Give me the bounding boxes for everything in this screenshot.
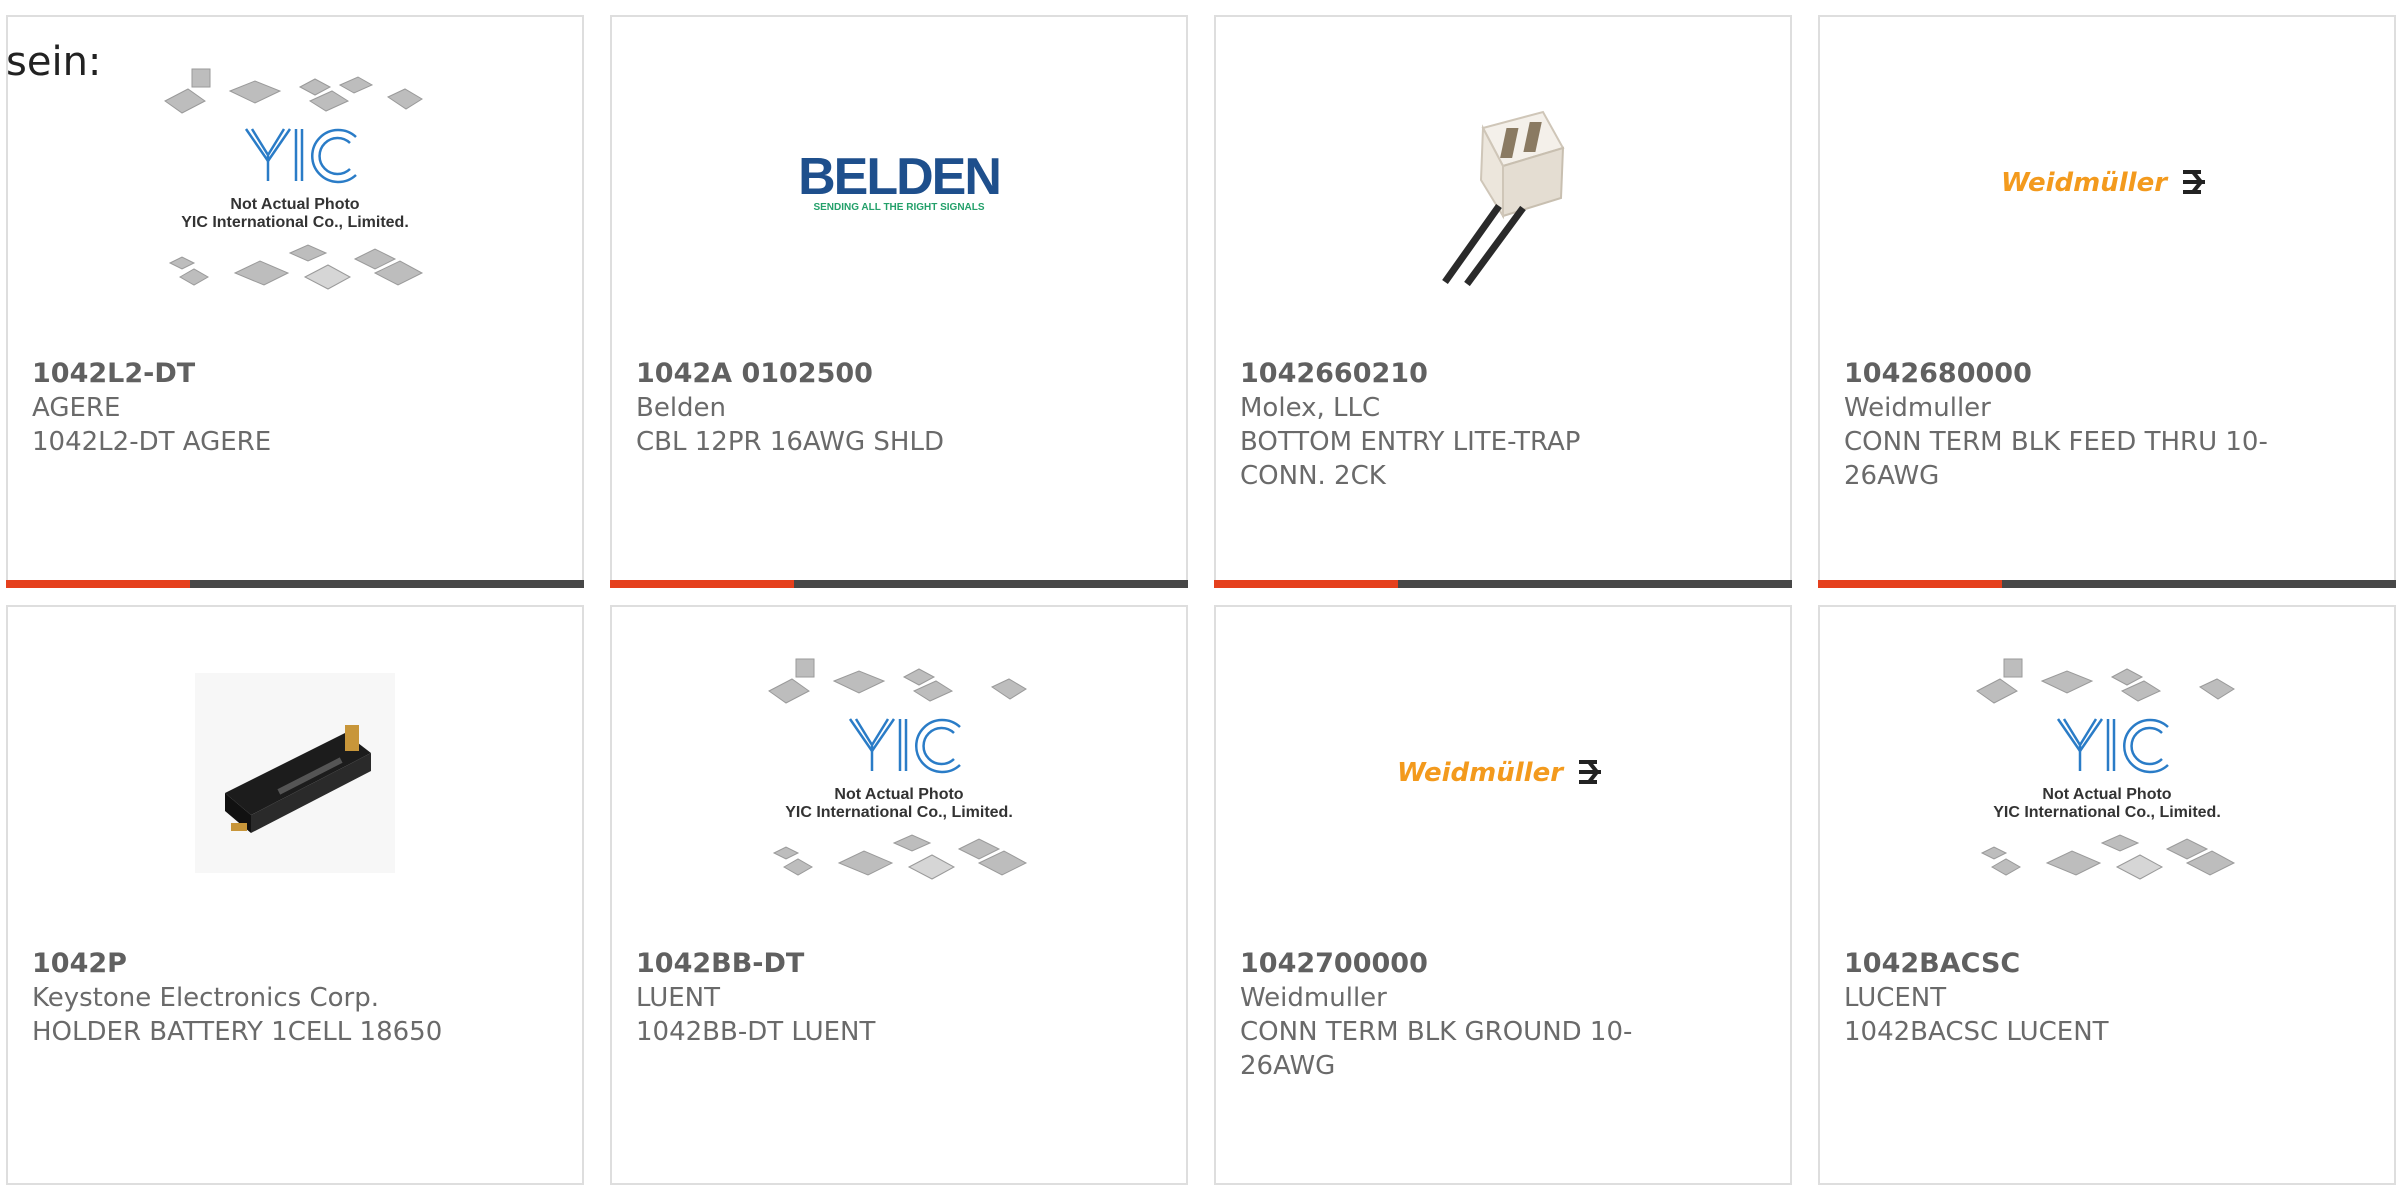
product-info: 1042A 0102500 Belden CBL 12PR 16AWG SHLD (636, 357, 1162, 459)
description: CONN TERM BLK FEED THRU 10-26AWG (1844, 427, 2268, 491)
part-number: 1042P (32, 948, 127, 979)
weidmuller-wordmark: Weidmüller (1397, 758, 1565, 788)
product-card[interactable]: Not Actual Photo YIC International Co., … (1818, 605, 2396, 1185)
part-number: 1042L2-DT (32, 358, 196, 389)
product-info: 1042BACSC LUCENT 1042BACSC LUCENT (1844, 947, 2370, 1049)
product-card[interactable]: Not Actual Photo YIC International Co., … (6, 15, 584, 588)
description: 1042L2-DT AGERE (32, 427, 272, 457)
description: CONN TERM BLK GROUND 10-26AWG (1240, 1017, 1633, 1081)
description: HOLDER BATTERY 1CELL 18650 (32, 1017, 443, 1047)
product-info: 1042P Keystone Electronics Corp. HOLDER … (32, 947, 558, 1049)
manufacturer: LUENT (636, 983, 720, 1013)
weidmuller-wordmark: Weidmüller (2001, 168, 2169, 198)
card-bottom-bar (1818, 580, 2396, 588)
product-info: 1042BB-DT LUENT 1042BB-DT LUENT (636, 947, 1162, 1049)
manufacturer: Belden (636, 393, 727, 423)
placeholder-caption-1: Not Actual Photo (2042, 786, 2171, 803)
manufacturer: Weidmuller (1240, 983, 1387, 1013)
product-info: 1042L2-DT AGERE 1042L2-DT AGERE (32, 357, 558, 459)
manufacturer: AGERE (32, 393, 121, 423)
product-info: 1042680000 Weidmuller CONN TERM BLK FEED… (1844, 357, 2370, 493)
part-number: 1042680000 (1844, 358, 2032, 389)
belden-wordmark: BELDEN (798, 148, 1000, 206)
part-number: 1042BACSC (1844, 948, 2021, 979)
description: 1042BACSC LUCENT (1844, 1017, 2109, 1047)
product-card[interactable]: Weidmüller 1042700000 Weidmuller CONN TE… (1214, 605, 1792, 1185)
card-bottom-bar (610, 580, 1188, 588)
description: BOTTOM ENTRY LITE-TRAP CONN. 2CK (1240, 427, 1581, 491)
part-number: 1042A 0102500 (636, 358, 873, 389)
battery-holder-photo (8, 607, 582, 939)
part-number: 1042660210 (1240, 358, 1428, 389)
part-number: 1042BB-DT (636, 948, 805, 979)
manufacturer: Weidmuller (1844, 393, 1991, 423)
product-info: 1042660210 Molex, LLC BOTTOM ENTRY LITE-… (1240, 357, 1766, 493)
belden-logo: BELDEN SENDING ALL THE RIGHT SIGNALS (612, 17, 1186, 349)
product-card[interactable]: Weidmüller 1042680000 Weidmuller CONN TE… (1818, 15, 2396, 588)
manufacturer: LUCENT (1844, 983, 1947, 1013)
manufacturer: Keystone Electronics Corp. (32, 983, 380, 1013)
placeholder-caption-1: Not Actual Photo (230, 196, 359, 213)
yic-placeholder-image: Not Actual Photo YIC International Co., … (1820, 607, 2394, 939)
product-card[interactable]: 1042P Keystone Electronics Corp. HOLDER … (6, 605, 584, 1185)
weidmuller-logo: Weidmüller (1216, 607, 1790, 939)
placeholder-caption-2: YIC International Co., Limited. (1993, 804, 2221, 821)
product-card[interactable]: Not Actual Photo YIC International Co., … (610, 605, 1188, 1185)
yic-placeholder-image: Not Actual Photo YIC International Co., … (612, 607, 1186, 939)
placeholder-caption-1: Not Actual Photo (834, 786, 963, 803)
product-card[interactable]: 1042660210 Molex, LLC BOTTOM ENTRY LITE-… (1214, 15, 1792, 588)
card-bottom-bar (1214, 580, 1792, 588)
placeholder-caption-2: YIC International Co., Limited. (181, 214, 409, 231)
page-heading: sein: (6, 39, 102, 85)
product-card[interactable]: BELDEN SENDING ALL THE RIGHT SIGNALS 104… (610, 15, 1188, 588)
card-bottom-bar (6, 580, 584, 588)
connector-photo (1216, 17, 1790, 349)
part-number: 1042700000 (1240, 948, 1428, 979)
belden-tagline: SENDING ALL THE RIGHT SIGNALS (813, 202, 984, 213)
description: 1042BB-DT LUENT (636, 1017, 876, 1047)
placeholder-caption-2: YIC International Co., Limited. (785, 804, 1013, 821)
manufacturer: Molex, LLC (1240, 393, 1381, 423)
product-info: 1042700000 Weidmuller CONN TERM BLK GROU… (1240, 947, 1766, 1083)
weidmuller-logo: Weidmüller (1820, 17, 2394, 349)
description: CBL 12PR 16AWG SHLD (636, 427, 944, 457)
